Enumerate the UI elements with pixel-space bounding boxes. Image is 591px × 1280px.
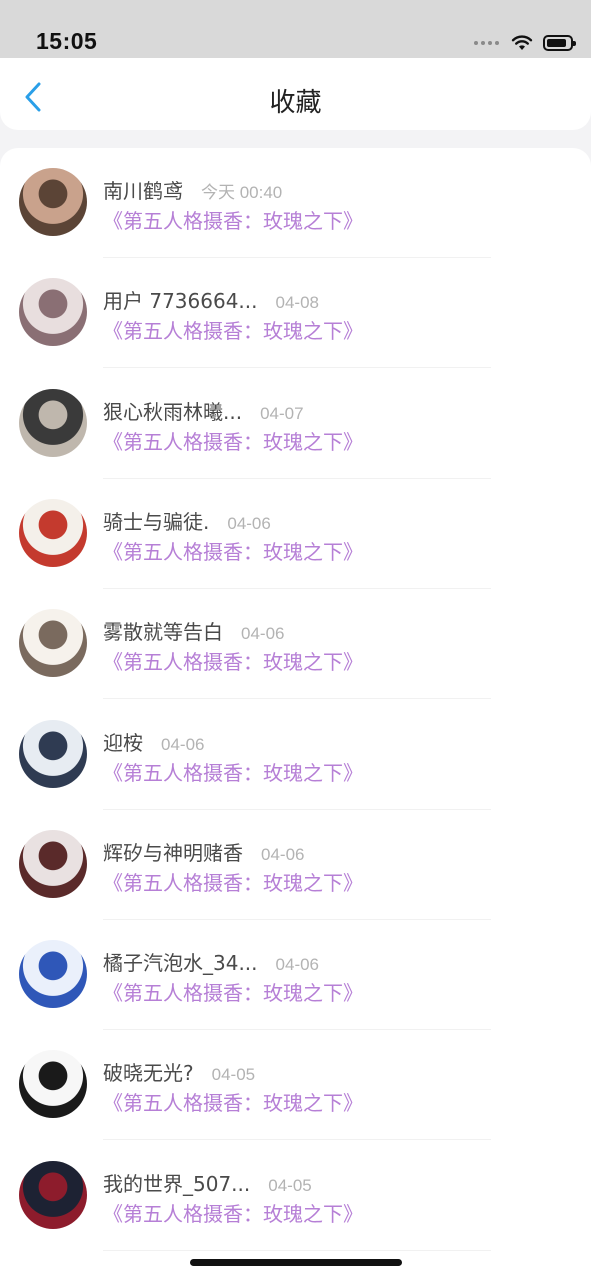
timestamp: 04-05 (268, 1175, 312, 1195)
favorites-list: 南川鹤鸢 今天 00:40 《第五人格摄香：玫瑰之下》 用户 7736664... 04… (0, 148, 591, 1280)
list-item[interactable]: 骑士与骗徒. 04-06 《第五人格摄香：玫瑰之下》 (0, 479, 591, 589)
avatar[interactable] (19, 388, 87, 457)
status-icons (474, 33, 576, 53)
timestamp: 04-06 (227, 513, 271, 533)
avatar[interactable] (19, 168, 87, 236)
timestamp: 04-07 (260, 403, 304, 423)
page-title: 收藏 (269, 88, 322, 118)
list-item[interactable]: 狠心秋雨林曦... 04-07 《第五人格摄香：玫瑰之下》 (0, 369, 591, 479)
name-row: 南川鹤鸢 今天 00:40 (103, 175, 282, 204)
user-name: 用户 7736664... (103, 289, 258, 314)
name-row: 狠心秋雨林曦... 04-07 (103, 396, 304, 425)
user-name: 狠心秋雨林曦... (103, 399, 243, 424)
story-title-link[interactable]: 《第五人格摄香：玫瑰之下》 (103, 867, 363, 896)
story-title-link[interactable]: 《第五人格摄香：玫瑰之下》 (103, 536, 363, 565)
avatar[interactable] (19, 278, 87, 347)
battery-icon (543, 35, 576, 51)
timestamp: 04-06 (275, 955, 320, 975)
list-item[interactable]: 破晓无光? 04-05 《第五人格摄香：玫瑰之下》 (0, 1030, 591, 1141)
timestamp: 今天 00:40 (201, 183, 283, 202)
story-title-link[interactable]: 《第五人格摄香：玫瑰之下》 (103, 646, 363, 675)
name-row: 骑士与骗徒. 04-06 (103, 506, 271, 535)
avatar[interactable] (19, 1050, 87, 1119)
nav-bar: 收藏 (0, 58, 591, 130)
user-name: 南川鹤鸢 (103, 179, 183, 203)
home-indicator[interactable] (190, 1259, 402, 1266)
name-row: 用户 7736664... 04-08 (103, 285, 319, 314)
user-name: 迎桉 (103, 730, 143, 755)
list-item[interactable]: 南川鹤鸢 今天 00:40 《第五人格摄香：玫瑰之下》 (0, 148, 591, 258)
story-title-link[interactable]: 《第五人格摄香：玫瑰之下》 (103, 977, 363, 1006)
timestamp: 04-06 (241, 624, 285, 644)
story-title-link[interactable]: 《第五人格摄香：玫瑰之下》 (103, 426, 363, 455)
list-item[interactable]: 橘子汽泡水_34... 04-06 《第五人格摄香：玫瑰之下》 (0, 920, 591, 1031)
timestamp: 04-05 (211, 1065, 256, 1085)
wifi-icon (511, 35, 533, 50)
name-row: 橘子汽泡水_34... 04-06 (103, 947, 319, 976)
list-item[interactable]: 雾散就等告白 04-06 《第五人格摄香：玫瑰之下》 (0, 589, 591, 700)
story-title-link[interactable]: 《第五人格摄香：玫瑰之下》 (103, 315, 363, 344)
list-item[interactable]: 辉矽与神明赌香 04-06 《第五人格摄香：玫瑰之下》 (0, 810, 591, 920)
divider (103, 1249, 491, 1251)
timestamp: 04-06 (161, 734, 205, 754)
name-row: 破晓无光? 04-05 (103, 1057, 255, 1086)
user-name: 辉矽与神明赌香 (103, 840, 243, 865)
avatar[interactable] (19, 829, 87, 898)
user-name: 破晓无光? (103, 1061, 194, 1086)
name-row: 迎桉 04-06 (103, 727, 204, 756)
timestamp: 04-08 (275, 293, 319, 313)
story-title-link[interactable]: 《第五人格摄香：玫瑰之下》 (103, 1087, 363, 1116)
list-item[interactable]: 我的世界_507... 04-05 《第五人格摄香：玫瑰之下》 (0, 1141, 591, 1251)
story-title-link[interactable]: 《第五人格摄香：玫瑰之下》 (103, 205, 363, 234)
status-bar: 15:05 (0, 0, 591, 58)
user-name: 雾散就等告白 (103, 620, 223, 645)
list-item[interactable]: 用户 7736664... 04-08 《第五人格摄香：玫瑰之下》 (0, 258, 591, 369)
name-row: 我的世界_507... 04-05 (103, 1168, 312, 1197)
story-title-link[interactable]: 《第五人格摄香：玫瑰之下》 (103, 757, 363, 786)
status-time: 15:05 (36, 28, 98, 54)
avatar[interactable] (19, 609, 87, 678)
user-name: 橘子汽泡水_34... (103, 951, 258, 976)
story-title-link[interactable]: 《第五人格摄香：玫瑰之下》 (103, 1198, 363, 1227)
signal-dots-icon (474, 41, 499, 45)
avatar[interactable] (19, 940, 87, 1009)
avatar[interactable] (19, 719, 87, 788)
name-row: 雾散就等告白 04-06 (103, 616, 284, 645)
name-row: 辉矽与神明赌香 04-06 (103, 837, 304, 866)
timestamp: 04-06 (261, 844, 305, 864)
avatar[interactable] (19, 1160, 87, 1229)
avatar[interactable] (19, 498, 87, 567)
user-name: 骑士与骗徒. (103, 509, 210, 534)
list-item[interactable]: 迎桉 04-06 《第五人格摄香：玫瑰之下》 (0, 700, 591, 810)
user-name: 我的世界_507... (103, 1171, 251, 1196)
